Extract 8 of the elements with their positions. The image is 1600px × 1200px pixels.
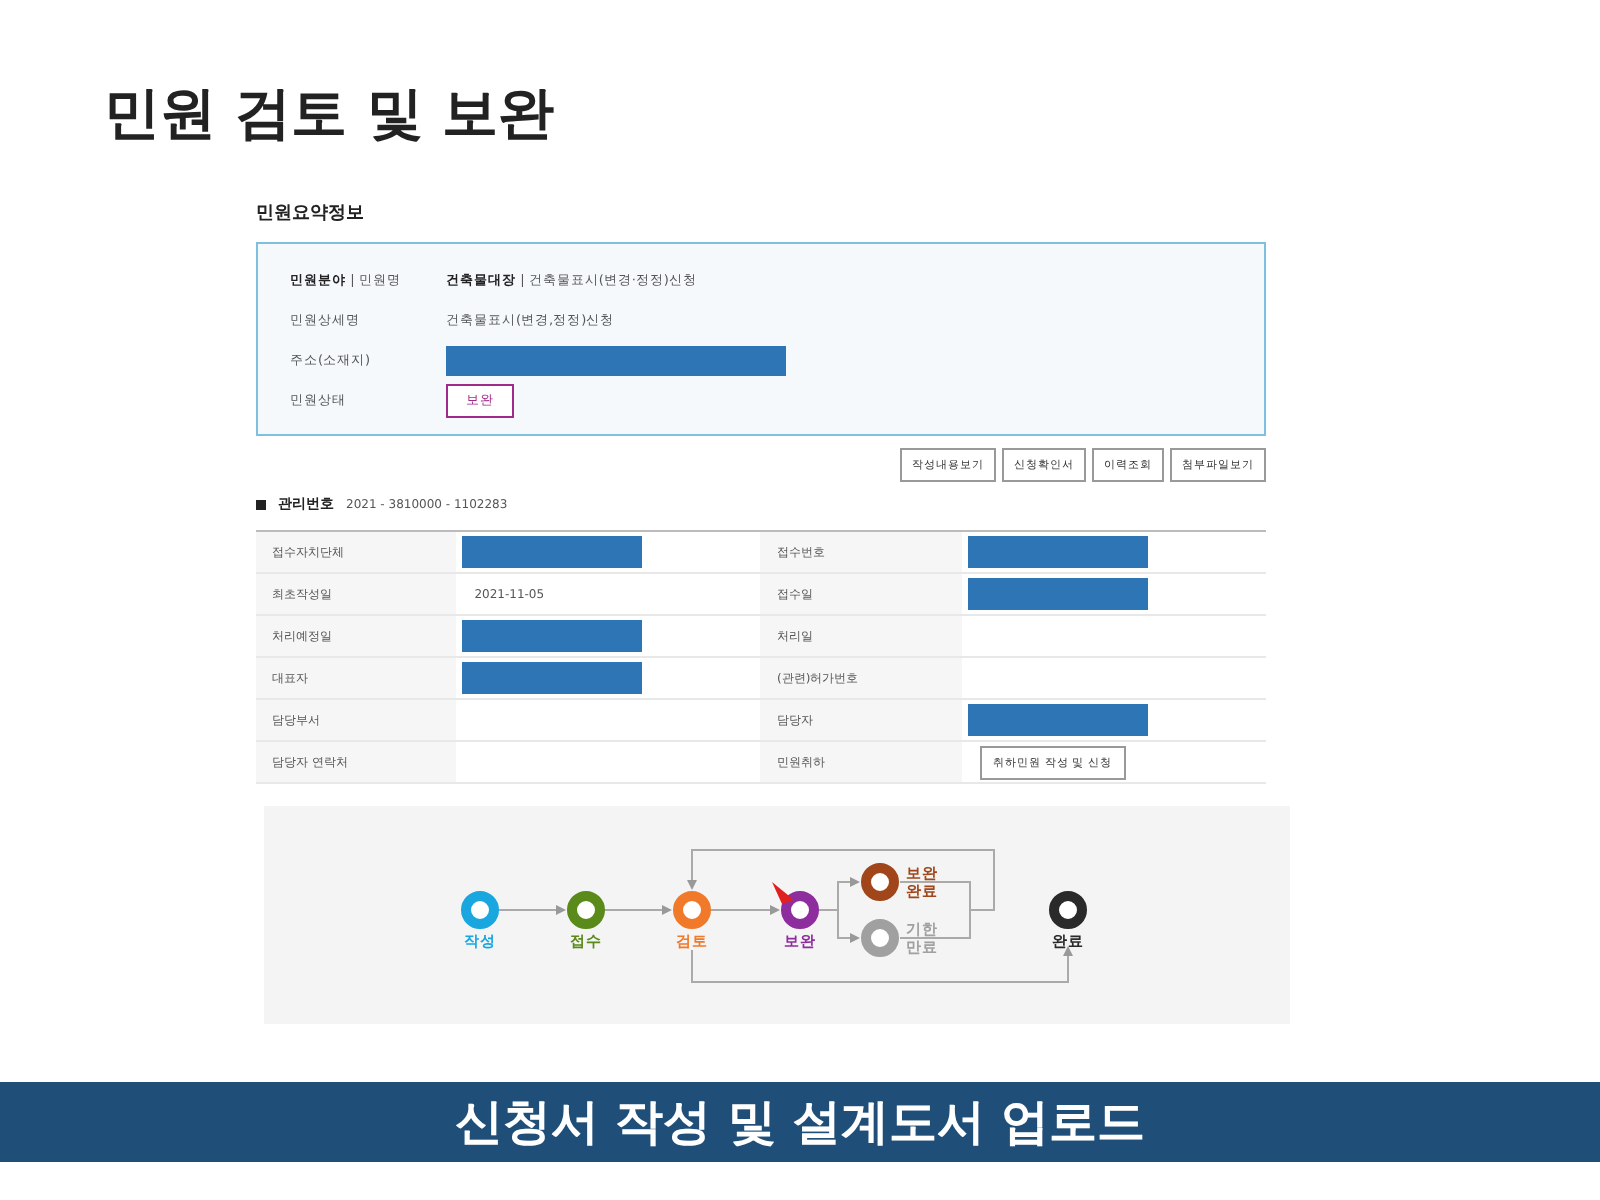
connector-arrow (497, 905, 566, 915)
connector-arrow (603, 905, 672, 915)
connector-arrow (709, 905, 780, 915)
banner-text: 신청서 작성 및 설계도서 업로드 (454, 1092, 1146, 1154)
pointer-icon (772, 882, 794, 904)
slide-title: 민원 검토 및 보완 (104, 78, 555, 150)
square-bullet-icon (256, 499, 266, 509)
section-heading: 민원요약정보 (256, 202, 366, 226)
